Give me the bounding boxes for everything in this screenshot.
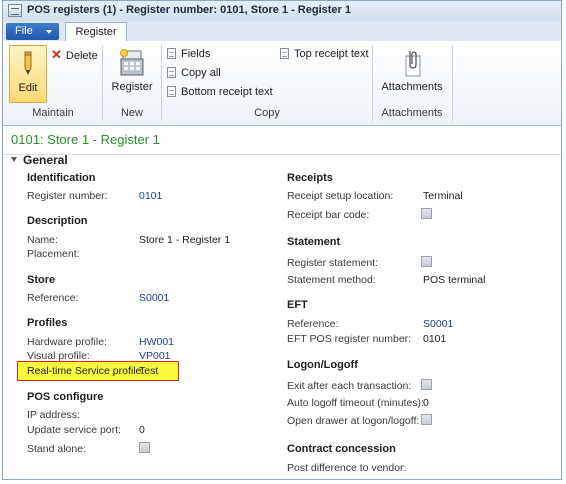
- tab-register[interactable]: Register: [65, 22, 127, 42]
- placement-label: Placement:: [27, 248, 80, 260]
- ribbon: Edit ✕ Delete Maintain Register New Field…: [3, 41, 561, 126]
- file-menu-button[interactable]: File: [6, 23, 59, 40]
- delete-label: Delete: [65, 50, 98, 62]
- profiles-heading: Profiles: [27, 317, 68, 329]
- document-icon: [167, 67, 176, 78]
- hardware-profile-value[interactable]: HW001: [139, 336, 174, 348]
- new-register-button[interactable]: Register: [107, 45, 157, 103]
- ip-address-label: IP address:: [27, 409, 80, 421]
- attachments-label: Attachments: [381, 81, 443, 93]
- edit-button[interactable]: Edit: [9, 45, 47, 103]
- register-label: Register: [111, 81, 153, 93]
- bottom-receipt-text-button[interactable]: Bottom receipt text: [167, 84, 273, 101]
- contract-concession-heading: Contract concession: [287, 443, 396, 455]
- exit-after-transaction-checkbox[interactable]: [421, 379, 432, 390]
- top-receipt-text-button[interactable]: Top receipt text: [280, 46, 369, 63]
- bottom-receipt-text-label: Bottom receipt text: [181, 86, 273, 98]
- document-icon: [167, 48, 176, 59]
- general-section-title: General: [23, 153, 68, 167]
- fields-label: Fields: [181, 48, 211, 60]
- edit-label: Edit: [18, 82, 38, 94]
- group-label-maintain: Maintain: [32, 107, 74, 119]
- group-label-copy: Copy: [254, 107, 280, 119]
- post-difference-label: Post difference to vendor:: [287, 462, 407, 474]
- auto-logoff-timeout-value[interactable]: 0: [423, 397, 429, 409]
- auto-logoff-timeout-label: Auto logoff timeout (minutes):: [287, 397, 424, 409]
- update-service-port-value[interactable]: 0: [139, 424, 145, 436]
- register-statement-label: Register statement:: [287, 257, 379, 269]
- cash-register-icon: [120, 49, 144, 76]
- register-number-label: Register number:: [27, 190, 108, 202]
- store-reference-value[interactable]: S0001: [139, 292, 169, 304]
- pencil-icon: [24, 51, 32, 76]
- dropdown-arrow-icon: [46, 30, 52, 34]
- eft-heading: EFT: [287, 299, 308, 311]
- delete-button[interactable]: ✕ Delete: [51, 46, 98, 63]
- pos-configure-heading: POS configure: [27, 391, 104, 403]
- document-icon: [167, 86, 176, 97]
- identification-heading: Identification: [27, 172, 96, 184]
- general-fasttab-header[interactable]: General: [11, 153, 68, 167]
- attachments-button[interactable]: Attachments: [377, 45, 447, 103]
- open-drawer-checkbox[interactable]: [421, 414, 432, 425]
- store-reference-label: Reference:: [27, 292, 79, 304]
- title-bar: POS registers (1) - Register number: 010…: [3, 1, 561, 22]
- realtime-service-profile-label: Real-time Service profile:: [27, 365, 145, 377]
- document-icon: [280, 48, 289, 59]
- eft-pos-register-number-label: EFT POS register number:: [287, 333, 412, 345]
- top-receipt-text-label: Top receipt text: [294, 48, 369, 60]
- delete-x-icon: ✕: [51, 47, 62, 62]
- name-value[interactable]: Store 1 - Register 1: [139, 234, 230, 246]
- name-label: Name:: [27, 234, 58, 246]
- statement-heading: Statement: [287, 236, 341, 248]
- eft-pos-register-number-value[interactable]: 0101: [423, 333, 446, 345]
- register-number-value[interactable]: 0101: [139, 190, 162, 202]
- register-statement-checkbox[interactable]: [421, 256, 432, 267]
- ribbon-tab-row: File Register: [3, 21, 561, 42]
- update-service-port-label: Update service port:: [27, 424, 121, 436]
- group-label-attachments: Attachments: [381, 107, 443, 119]
- realtime-service-profile-value[interactable]: Test: [139, 365, 158, 377]
- hardware-profile-label: Hardware profile:: [27, 336, 107, 348]
- record-header: 0101: Store 1 - Register 1: [3, 126, 561, 155]
- exit-after-transaction-label: Exit after each transaction:: [287, 380, 412, 392]
- eft-reference-label: Reference:: [287, 318, 339, 330]
- group-divider: [161, 45, 162, 121]
- logon-logoff-heading: Logon/Logoff: [287, 359, 358, 371]
- statement-method-value[interactable]: POS terminal: [423, 274, 485, 286]
- group-label-new: New: [120, 107, 143, 119]
- receipt-bar-code-checkbox[interactable]: [421, 208, 432, 219]
- description-heading: Description: [27, 215, 88, 227]
- window-title: POS registers (1) - Register number: 010…: [27, 4, 352, 16]
- copy-all-label: Copy all: [181, 67, 221, 79]
- eft-reference-value[interactable]: S0001: [423, 318, 453, 330]
- receipts-heading: Receipts: [287, 172, 333, 184]
- stand-alone-checkbox[interactable]: [139, 442, 150, 453]
- receipt-setup-location-label: Receipt setup location:: [287, 190, 394, 202]
- fields-button[interactable]: Fields: [167, 46, 210, 63]
- paperclip-icon: [405, 51, 421, 77]
- file-menu-label: File: [15, 25, 33, 37]
- copy-all-button[interactable]: Copy all: [167, 65, 221, 82]
- open-drawer-label: Open drawer at logon/logoff:: [287, 415, 420, 427]
- pos-registers-window: POS registers (1) - Register number: 010…: [2, 0, 562, 480]
- stand-alone-label: Stand alone:: [27, 443, 86, 455]
- receipt-bar-code-label: Receipt bar code:: [287, 209, 370, 221]
- collapse-triangle-icon: [11, 157, 17, 162]
- form-icon: [8, 4, 22, 17]
- group-divider: [452, 45, 453, 121]
- store-heading: Store: [27, 274, 56, 286]
- statement-method-label: Statement method:: [287, 274, 376, 286]
- receipt-setup-location-value[interactable]: Terminal: [423, 190, 463, 202]
- record-title: 0101: Store 1 - Register 1: [11, 132, 160, 147]
